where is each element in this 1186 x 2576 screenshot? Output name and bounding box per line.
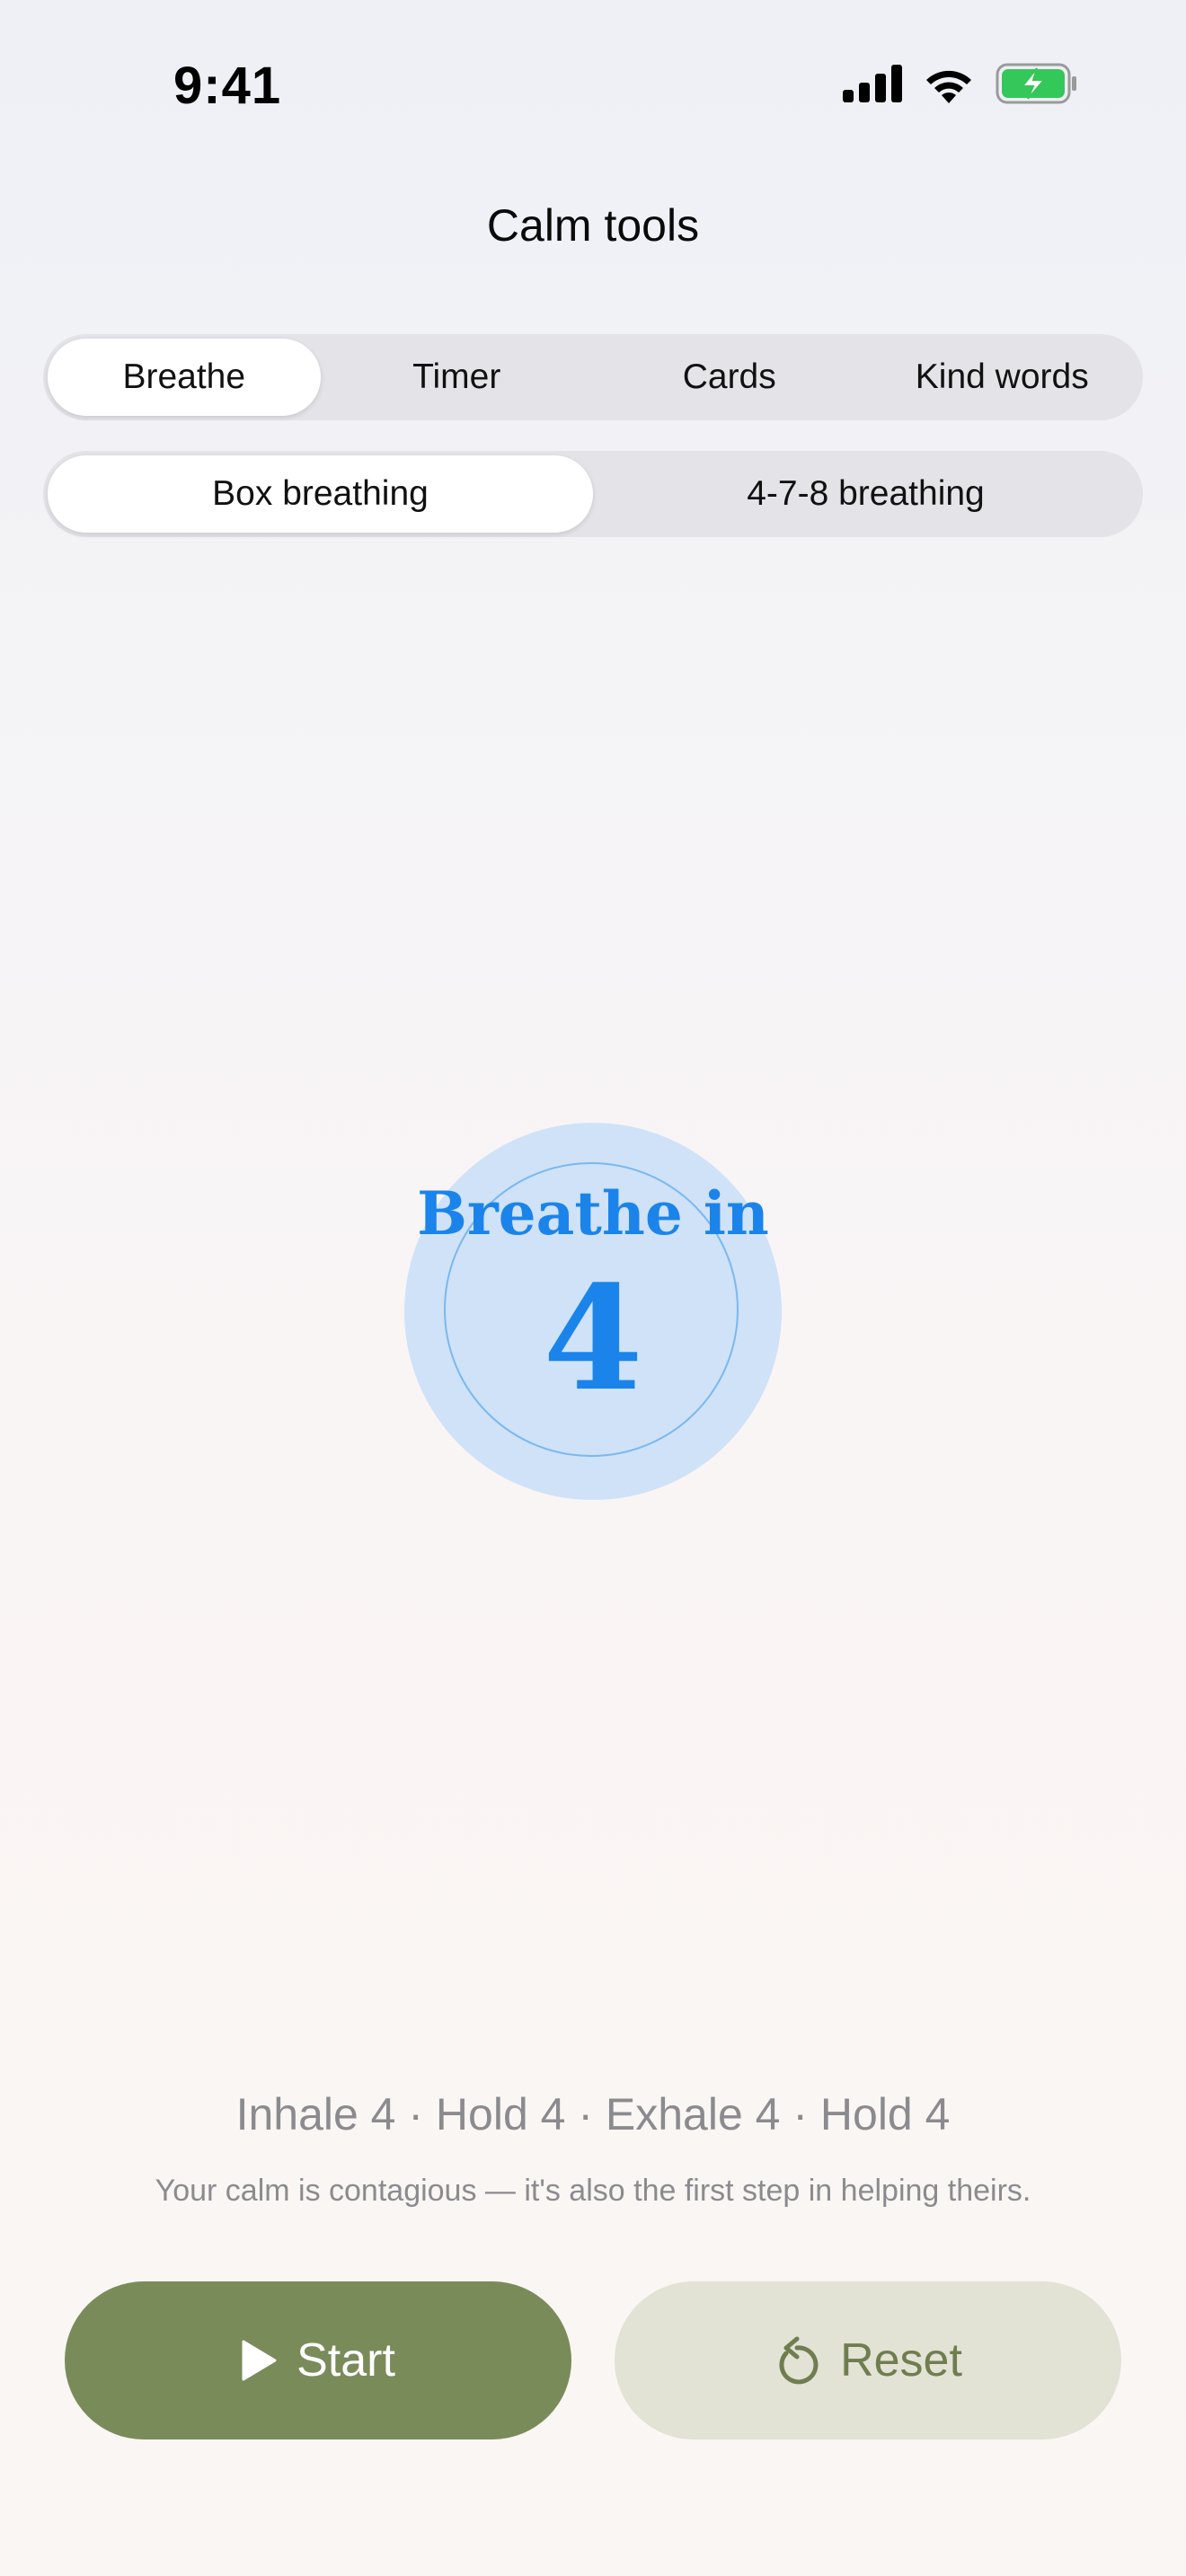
mode-box-breathing[interactable]: Box breathing	[48, 455, 593, 533]
reset-button[interactable]: Reset	[615, 2281, 1121, 2439]
status-icons	[843, 63, 1078, 109]
status-time: 9:41	[173, 57, 282, 115]
reset-button-label: Reset	[840, 2334, 962, 2386]
tab-kind-words[interactable]: Kind words	[866, 339, 1139, 416]
breathing-pattern: Inhale 4 · Hold 4 · Exhale 4 · Hold 4	[235, 2089, 951, 2139]
cellular-signal-icon	[843, 65, 902, 107]
breath-phase-label: Breathe in	[417, 1178, 769, 1248]
page-title: Calm tools	[486, 200, 700, 251]
tab-breathe[interactable]: Breathe	[48, 339, 321, 416]
battery-charging-icon	[996, 63, 1078, 109]
start-button-label: Start	[296, 2334, 395, 2386]
breathing-mode-selector: Box breathing 4-7-8 breathing	[43, 451, 1143, 537]
tab-cards[interactable]: Cards	[593, 339, 866, 416]
status-bar: 9:41	[0, 0, 1186, 171]
encouragement-note: Your calm is contagious — it's also the …	[155, 2174, 1031, 2208]
play-icon	[241, 2340, 277, 2381]
wifi-icon	[922, 64, 976, 108]
start-button[interactable]: Start	[65, 2281, 571, 2439]
mode-4-7-8-breathing[interactable]: 4-7-8 breathing	[593, 455, 1138, 533]
tools-tab-bar: Breathe Timer Cards Kind words	[43, 334, 1143, 420]
breath-countdown: 4	[543, 1254, 643, 1423]
tab-timer[interactable]: Timer	[321, 339, 594, 416]
reset-icon	[774, 2335, 820, 2386]
